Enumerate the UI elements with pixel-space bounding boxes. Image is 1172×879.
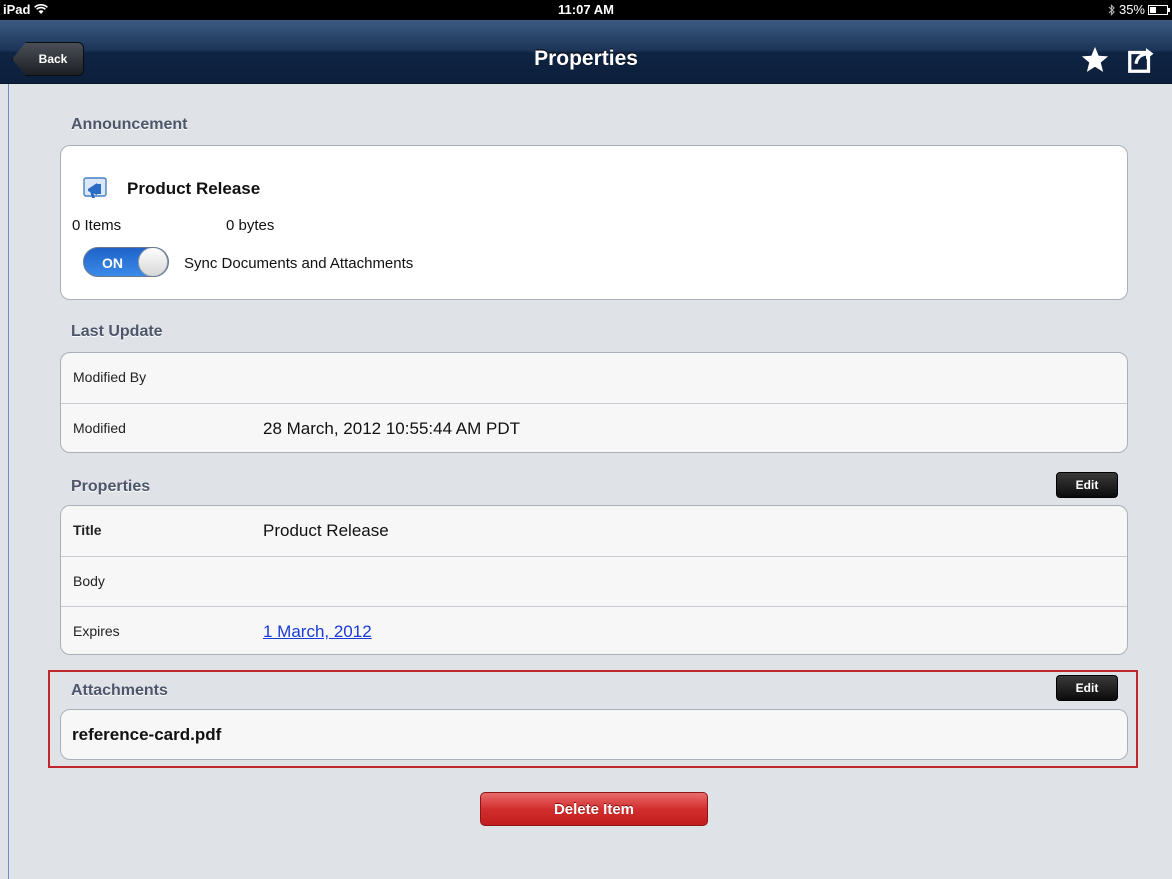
navigation-bar: Back Properties xyxy=(0,20,1172,84)
battery-percent: 35% xyxy=(1118,2,1145,17)
item-count: 0 Items xyxy=(72,217,122,234)
table-row: Body xyxy=(61,556,1127,606)
split-divider xyxy=(8,84,9,879)
status-bar: iPad 11:07 AM 35% xyxy=(0,0,1172,20)
properties-group: Title Product Release Body Expires 1 Mar… xyxy=(60,505,1128,655)
row-value: Product Release xyxy=(263,521,389,540)
table-row: Modified By xyxy=(61,353,1127,403)
announcement-header: Announcement xyxy=(71,116,188,133)
page-title: Properties xyxy=(534,47,638,70)
sync-label: Sync Documents and Attachments xyxy=(184,255,414,272)
attachments-edit-button[interactable]: Edit xyxy=(1056,675,1118,701)
clock: 11:07 AM xyxy=(558,2,614,17)
bluetooth-icon xyxy=(1108,3,1115,16)
table-row: Title Product Release xyxy=(61,506,1127,556)
table-row: Modified 28 March, 2012 10:55:44 AM PDT xyxy=(61,403,1127,452)
last-update-group: Modified By Modified 28 March, 2012 10:5… xyxy=(60,352,1128,453)
row-label: Modified By xyxy=(73,369,147,385)
share-icon[interactable] xyxy=(1126,45,1156,75)
battery-icon xyxy=(1148,4,1170,15)
row-label: Expires xyxy=(73,623,120,639)
expires-date-link[interactable]: 1 March, 2012 xyxy=(263,622,372,642)
row-label: Body xyxy=(73,573,105,589)
announcement-icon xyxy=(83,177,107,198)
attachments-group: reference-card.pdf xyxy=(60,709,1128,760)
properties-edit-button[interactable]: Edit xyxy=(1056,472,1118,498)
row-label: Modified xyxy=(73,420,126,436)
row-label: Title xyxy=(73,522,102,538)
item-size: 0 bytes xyxy=(226,217,275,234)
announcement-card: Product Release 0 Items 0 bytes Sync Doc… xyxy=(60,145,1128,300)
toggle-on-label: ON xyxy=(102,255,123,271)
properties-header: Properties xyxy=(71,478,151,495)
row-value: 28 March, 2012 10:55:44 AM PDT xyxy=(263,419,521,438)
delete-item-button[interactable]: Delete Item xyxy=(480,792,708,826)
announcement-title: Product Release xyxy=(127,179,261,198)
table-row: Expires 1 March, 2012 xyxy=(61,606,1127,654)
battery-status: 35% xyxy=(1108,2,1170,17)
toggle-knob[interactable] xyxy=(138,248,168,276)
attachments-header: Attachments xyxy=(71,682,168,699)
last-update-header: Last Update xyxy=(71,323,163,340)
sync-toggle[interactable]: ON xyxy=(83,247,169,277)
list-item[interactable]: reference-card.pdf xyxy=(61,710,1127,759)
attachment-filename[interactable]: reference-card.pdf xyxy=(72,725,221,745)
star-icon[interactable] xyxy=(1080,45,1110,75)
